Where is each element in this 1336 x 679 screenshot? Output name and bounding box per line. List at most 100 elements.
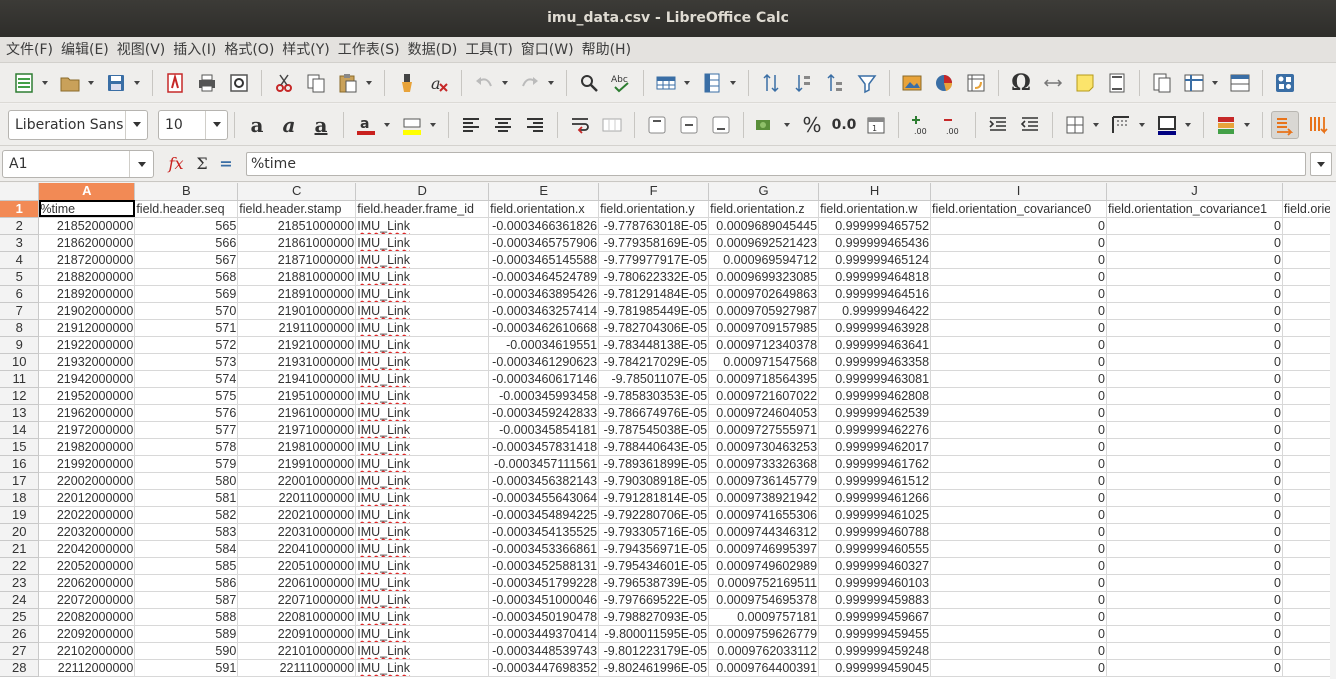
- cell[interactable]: 0: [930, 540, 1107, 558]
- cell[interactable]: 0: [1106, 421, 1283, 439]
- cell[interactable]: 0.999999462539: [818, 404, 932, 422]
- cell[interactable]: 0: [1106, 574, 1283, 592]
- cell[interactable]: -0.0003456382143: [488, 472, 600, 490]
- column-header[interactable]: I: [930, 183, 1107, 201]
- cell[interactable]: -0.0003465145588: [488, 251, 600, 269]
- cell[interactable]: field.header.stamp: [237, 200, 357, 218]
- column-header[interactable]: D: [355, 183, 490, 201]
- cell[interactable]: -9.790308918E-05: [598, 472, 710, 490]
- cell[interactable]: 578: [134, 438, 239, 456]
- open-dropdown[interactable]: [86, 69, 96, 97]
- cell[interactable]: 571: [134, 319, 239, 337]
- cell[interactable]: -0.0003451000046: [488, 591, 600, 609]
- cell[interactable]: 21942000000: [38, 370, 136, 388]
- cell[interactable]: -9.800011595E-05: [598, 625, 710, 643]
- cell[interactable]: 0.0009757181: [708, 608, 820, 626]
- cell[interactable]: [1282, 591, 1336, 609]
- align-bottom-icon[interactable]: [707, 111, 735, 139]
- cell[interactable]: [1282, 353, 1336, 371]
- cell[interactable]: IMU_Link: [355, 659, 490, 677]
- cell[interactable]: 0.0009721607022: [708, 387, 820, 405]
- menu-window[interactable]: 窗口(W): [519, 37, 580, 63]
- new-dropdown[interactable]: [40, 69, 50, 97]
- cell[interactable]: -9.797669522E-05: [598, 591, 710, 609]
- cell[interactable]: 0: [1106, 438, 1283, 456]
- cell[interactable]: 566: [134, 234, 239, 252]
- cell[interactable]: 0: [1106, 489, 1283, 507]
- cell[interactable]: 0.0009749602989: [708, 557, 820, 575]
- cell[interactable]: 0.0009759626779: [708, 625, 820, 643]
- sum-icon[interactable]: Σ: [192, 154, 212, 174]
- cell[interactable]: 0: [1106, 217, 1283, 235]
- cell[interactable]: 0.999999464516: [818, 285, 932, 303]
- headers-footers-icon[interactable]: [1103, 69, 1131, 97]
- cell[interactable]: 0: [930, 523, 1107, 541]
- cell[interactable]: 0: [1106, 608, 1283, 626]
- cell[interactable]: 0.999999464818: [818, 268, 932, 286]
- cell[interactable]: 22061000000: [237, 574, 357, 592]
- cell[interactable]: 0: [1106, 455, 1283, 473]
- highlight-color-icon[interactable]: [398, 111, 426, 139]
- cell[interactable]: 21901000000: [237, 302, 357, 320]
- cell[interactable]: 22071000000: [237, 591, 357, 609]
- cell[interactable]: 22031000000: [237, 523, 357, 541]
- cell[interactable]: 22101000000: [237, 642, 357, 660]
- cut-icon[interactable]: [270, 69, 298, 97]
- cell[interactable]: -9.792280706E-05: [598, 506, 710, 524]
- cell[interactable]: 0.0009762033112: [708, 642, 820, 660]
- cell[interactable]: -0.0003453366861: [488, 540, 600, 558]
- menu-data[interactable]: 数据(D): [406, 37, 464, 63]
- cell[interactable]: -9.787545038E-05: [598, 421, 710, 439]
- menu-tools[interactable]: 工具(T): [463, 37, 518, 63]
- cell[interactable]: -0.0003466361826: [488, 217, 600, 235]
- cell[interactable]: 0: [930, 234, 1107, 252]
- cell[interactable]: -9.798827093E-05: [598, 608, 710, 626]
- column-dropdown[interactable]: [728, 69, 738, 97]
- currency-format-icon[interactable]: [752, 111, 780, 139]
- cell[interactable]: 0.999999460788: [818, 523, 932, 541]
- cell[interactable]: 0: [1106, 336, 1283, 354]
- row-header[interactable]: 16: [0, 455, 40, 473]
- cell[interactable]: 0.99999946422: [818, 302, 932, 320]
- borders-dropdown[interactable]: [1091, 111, 1101, 139]
- cell[interactable]: [1282, 302, 1336, 320]
- cell[interactable]: 21911000000: [237, 319, 357, 337]
- cell[interactable]: IMU_Link: [355, 251, 490, 269]
- row-header[interactable]: 18: [0, 489, 40, 507]
- conditional-dropdown[interactable]: [1242, 111, 1252, 139]
- paste-dropdown[interactable]: [364, 69, 374, 97]
- cell[interactable]: -9.778763018E-05: [598, 217, 710, 235]
- cell[interactable]: 0.999999463928: [818, 319, 932, 337]
- cell[interactable]: 0: [930, 370, 1107, 388]
- borders-icon[interactable]: [1061, 111, 1089, 139]
- cell[interactable]: 0.000971547568: [708, 353, 820, 371]
- cell[interactable]: -9.779977917E-05: [598, 251, 710, 269]
- cell[interactable]: 0: [1106, 319, 1283, 337]
- cell[interactable]: 581: [134, 489, 239, 507]
- cell[interactable]: 21932000000: [38, 353, 136, 371]
- cell[interactable]: IMU_Link: [355, 591, 490, 609]
- cell[interactable]: 21981000000: [237, 438, 357, 456]
- italic-icon[interactable]: a: [275, 111, 303, 139]
- cell[interactable]: 0: [930, 506, 1107, 524]
- font-color-icon[interactable]: a: [352, 111, 380, 139]
- cell[interactable]: -9.802461996E-05: [598, 659, 710, 677]
- cell[interactable]: 21882000000: [38, 268, 136, 286]
- cell[interactable]: IMU_Link: [355, 234, 490, 252]
- row-header[interactable]: 24: [0, 591, 40, 609]
- cell[interactable]: 0: [930, 353, 1107, 371]
- name-box[interactable]: A1: [2, 150, 154, 178]
- cell[interactable]: 579: [134, 455, 239, 473]
- cell[interactable]: -0.0003465757906: [488, 234, 600, 252]
- cell[interactable]: IMU_Link: [355, 285, 490, 303]
- cell[interactable]: 0.999999460555: [818, 540, 932, 558]
- menu-insert[interactable]: 插入(I): [171, 37, 222, 63]
- cell[interactable]: IMU_Link: [355, 455, 490, 473]
- vertical-scrollbar[interactable]: [1330, 183, 1336, 679]
- column-header[interactable]: F: [598, 183, 710, 201]
- cell[interactable]: 0.0009733326368: [708, 455, 820, 473]
- cell[interactable]: 0.999999461512: [818, 472, 932, 490]
- cell[interactable]: [1282, 234, 1336, 252]
- expand-formula-bar-button[interactable]: [1310, 152, 1332, 176]
- cell[interactable]: IMU_Link: [355, 319, 490, 337]
